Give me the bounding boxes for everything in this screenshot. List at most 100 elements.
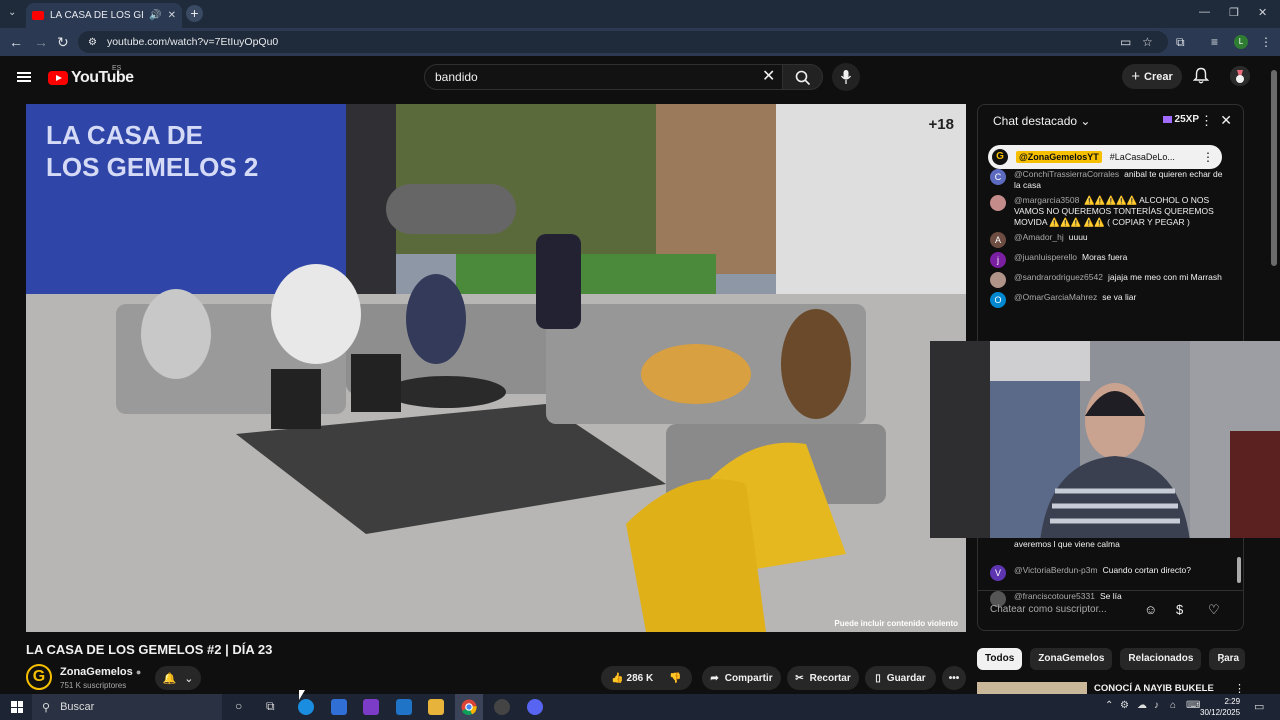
chrome-icon: [461, 699, 477, 715]
message-text: averemos l que viene calma: [1014, 539, 1120, 549]
chat-message: j @juanluisperello Moras fuera: [978, 250, 1243, 270]
save-button[interactable]: ▯ Guardar: [865, 666, 936, 690]
emoji-icon[interactable]: ☺: [1144, 602, 1157, 617]
like-button[interactable]: 👍 286 K: [611, 673, 653, 684]
channel-avatar-small: G: [992, 149, 1008, 165]
chat-input[interactable]: Chatear como suscriptor...: [990, 599, 1140, 621]
discord-icon[interactable]: [527, 699, 543, 715]
chat-more-icon[interactable]: ⋮: [1200, 113, 1213, 129]
chip-related[interactable]: Relacionados: [1120, 648, 1202, 670]
author-name[interactable]: @ConchiTrassierraCorrales: [1014, 169, 1119, 179]
volume-icon[interactable]: ♪: [1154, 700, 1159, 711]
clock-date: 30/12/2025: [1200, 708, 1241, 717]
dislike-button[interactable]: 👎: [669, 673, 681, 684]
youtube-play-icon: [48, 71, 68, 85]
visual-studio-icon[interactable]: [363, 699, 379, 715]
speaker-icon[interactable]: 🔊: [149, 10, 161, 21]
extensions-icon[interactable]: ⧉: [1176, 35, 1185, 50]
author-name[interactable]: @sandrarodriguez6542: [1014, 272, 1103, 282]
related-video-title[interactable]: CONOCÍ A NAYIB BUKELE: [1094, 683, 1214, 694]
thumbs-down-icon: 👎: [669, 672, 682, 684]
network-icon[interactable]: ⌂: [1170, 700, 1176, 711]
webcam-overlay: [930, 341, 1280, 538]
youtube-logo[interactable]: YouTube ES: [48, 65, 134, 87]
page-scrollbar[interactable]: [1271, 70, 1277, 266]
clear-search-icon[interactable]: ✕: [762, 66, 775, 86]
store-icon[interactable]: [331, 699, 347, 715]
pinned-message[interactable]: G @ZonaGemelosYT #LaCasaDeLo... ⋮: [988, 145, 1222, 169]
menu-icon[interactable]: [17, 72, 31, 82]
minimize-icon[interactable]: —: [1199, 6, 1210, 18]
taskbar-active-app[interactable]: [455, 694, 483, 720]
file-explorer-icon[interactable]: [428, 699, 444, 715]
close-tab-icon[interactable]: ✕: [168, 10, 176, 21]
share-button[interactable]: ➦ Compartir: [702, 666, 781, 690]
restore-icon[interactable]: ❐: [1229, 6, 1239, 19]
notifications-bell-icon[interactable]: [1193, 67, 1209, 84]
search-button[interactable]: [782, 64, 823, 90]
outlook-icon[interactable]: [396, 699, 412, 715]
user-avatar: O: [990, 292, 1006, 308]
edge-icon[interactable]: [298, 699, 314, 715]
clip-button[interactable]: ✂ Recortar: [787, 666, 859, 690]
author-name[interactable]: @margarcia3508: [1014, 195, 1079, 205]
cast-icon[interactable]: ▭: [1120, 35, 1131, 49]
close-chat-icon[interactable]: ✕: [1220, 112, 1232, 129]
user-avatar: V: [990, 565, 1006, 581]
microphone-icon: [840, 70, 852, 84]
new-tab-button[interactable]: +: [186, 5, 203, 22]
author-name[interactable]: @juanluisperello: [1014, 252, 1077, 262]
back-icon[interactable]: ←: [9, 34, 23, 50]
pinned-author: @ZonaGemelosYT: [1016, 151, 1102, 163]
chip-channel[interactable]: ZonaGemelos: [1030, 648, 1113, 670]
close-window-icon[interactable]: ✕: [1258, 6, 1267, 19]
xp-badge[interactable]: 25XP: [1162, 114, 1199, 125]
channel-name[interactable]: ZonaGemelos ●: [60, 666, 141, 678]
chat-message-list[interactable]: C @ConchiTrassierraCorrales anibal te quie…: [978, 167, 1243, 310]
chip-all[interactable]: Todos: [977, 648, 1023, 670]
taskbar-search[interactable]: ⚲ Buscar: [32, 694, 222, 720]
pinned-more-icon[interactable]: ⋮: [1202, 150, 1214, 164]
tray-chevron-icon[interactable]: ⌃: [1105, 700, 1113, 711]
author-name[interactable]: @Amador_hj: [1014, 232, 1064, 242]
browser-menu-icon[interactable]: ⋮: [1260, 35, 1272, 49]
chat-message: A @Amador_hj uuuu: [978, 230, 1243, 250]
browser-tab[interactable]: LA CASA DE LOS GEMELOS 🔊 ✕: [26, 3, 182, 28]
task-view-icon[interactable]: ⧉: [266, 699, 275, 714]
chat-mode-dropdown[interactable]: Chat destacado ⌄: [993, 114, 1090, 128]
bookmark-star-icon[interactable]: ☆: [1142, 35, 1153, 49]
heart-icon[interactable]: ♡: [1208, 602, 1220, 618]
search-input[interactable]: bandido: [424, 64, 789, 90]
chevron-right-icon[interactable]: ›: [1220, 651, 1225, 667]
super-chat-icon[interactable]: $: [1176, 602, 1183, 617]
channel-avatar[interactable]: G: [26, 664, 52, 690]
tab-search-chevron-icon[interactable]: ⌄: [8, 7, 16, 18]
forward-icon[interactable]: →: [34, 34, 48, 50]
more-actions-button[interactable]: •••: [942, 666, 966, 690]
video-frame: LA CASA DE LOS GEMELOS 2: [26, 104, 966, 632]
site-info-icon[interactable]: ⚙: [88, 37, 97, 48]
tray-app-icon[interactable]: ⚙: [1120, 700, 1129, 711]
voice-search-button[interactable]: [832, 63, 860, 91]
cortana-icon[interactable]: ○: [235, 699, 242, 713]
windows-start-icon[interactable]: [11, 701, 23, 713]
author-name[interactable]: @VictoriaBerdun-p3m: [1014, 565, 1098, 575]
url-field[interactable]: ⚙ youtube.com/watch?v=7EtIuyOpQu0: [78, 31, 1168, 53]
onedrive-icon[interactable]: ☁: [1137, 700, 1147, 711]
reading-list-icon[interactable]: ≡: [1211, 35, 1218, 49]
create-button[interactable]: + Crear: [1122, 64, 1182, 89]
message-text: Cuando cortan directo?: [1102, 565, 1191, 575]
chat-scrollbar[interactable]: [1237, 557, 1241, 583]
author-name[interactable]: @OmarGarciaMahrez: [1014, 292, 1097, 302]
chip-for-you[interactable]: Para: [1209, 648, 1246, 670]
video-player[interactable]: LA CASA DE LOS GEMELOS 2 +18 Puede inclu…: [26, 104, 966, 632]
user-avatar: C: [990, 169, 1006, 185]
account-avatar[interactable]: [1230, 66, 1250, 86]
language-icon[interactable]: ⌨: [1186, 700, 1200, 711]
notifications-center-icon[interactable]: ▭: [1254, 700, 1264, 713]
reload-icon[interactable]: ↻: [57, 34, 69, 51]
profile-avatar[interactable]: L: [1234, 35, 1248, 49]
system-clock[interactable]: 2:29 30/12/2025: [1200, 696, 1240, 718]
subscription-bell-button[interactable]: 🔔 ⌄: [155, 666, 201, 690]
github-icon[interactable]: [494, 699, 510, 715]
